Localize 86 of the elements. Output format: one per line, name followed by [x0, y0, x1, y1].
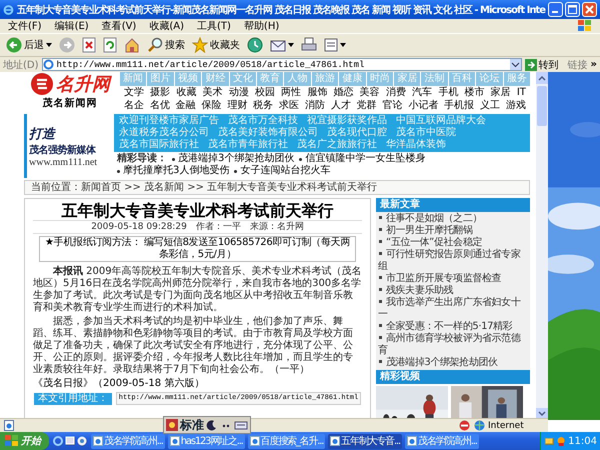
menu-item[interactable]: 文件(F) [8, 19, 42, 33]
nav-link[interactable]: 金融 [176, 99, 196, 112]
article-meta: 2009-05-18 09:28:29 作者：一平 来源：名升网 [33, 221, 362, 234]
menu-item[interactable]: 查看(V) [102, 19, 136, 33]
nav-link[interactable]: 动漫 [228, 86, 249, 99]
clock: 11:04 [568, 436, 597, 446]
section-header: 精彩视频 [376, 370, 530, 384]
nav-link[interactable]: 收藏 [176, 86, 196, 99]
security-zone: Internet [474, 420, 544, 431]
menu-item[interactable]: 编辑(E) [54, 19, 89, 33]
nav-link[interactable]: 手机 [438, 86, 458, 99]
headline-link[interactable]: 茂港端掉3个绑架抢劫团伙 [172, 153, 294, 165]
nav-link[interactable]: 两性 [281, 86, 302, 99]
news-link[interactable]: 茂港端掉3个绑架抢劫团伙 [378, 357, 528, 369]
highlights-label: 精彩导读： [117, 153, 167, 164]
nav-link[interactable]: 求医 [279, 99, 300, 112]
nav-link[interactable]: 消防 [304, 99, 325, 112]
news-link[interactable]: 残疾夫妻乐助残 [378, 285, 528, 297]
nav-link[interactable]: 消费 [386, 86, 406, 99]
menu-item[interactable]: 工具(T) [197, 19, 231, 33]
article-source: 《茂名日报》（2009-05-18 第六版） [33, 378, 206, 390]
taskbar-button[interactable]: 百度搜索_名升... [248, 434, 326, 448]
menu-item[interactable]: 帮助(H) [244, 19, 280, 33]
nav-link[interactable]: 人才 [330, 99, 351, 112]
back-button[interactable]: 后退 [6, 35, 52, 55]
headline-link[interactable]: 信宜镇隆中学一女生坠楼身 [299, 153, 426, 165]
nav-link[interactable]: 理财 [227, 99, 248, 112]
more-button[interactable]: » [590, 59, 597, 70]
window-title: 五年制大专音美专业术科考试前天举行-新闻茂名新闻网一名升网 茂名日报 茂名晚报 茂名 新闻 视听 资讯 文化 社区 - Microsoft Inte [16, 3, 545, 16]
nav-link[interactable]: 党群 [356, 99, 377, 112]
headline-link[interactable]: 女子连闯站台挖火车 [234, 165, 330, 177]
address-field[interactable]: http://www.mm111.net/article/2009/0518/article_47861.html [42, 58, 522, 71]
headline-link[interactable]: 摩托撞摩托3人倒地受伤 [117, 165, 230, 177]
nav-link[interactable]: 保险 [202, 99, 222, 112]
site-logo[interactable]: 名升网 [56, 72, 110, 96]
news-link[interactable]: “五位一体”促社会稳定 [378, 237, 528, 249]
nav-link[interactable]: 税务 [253, 99, 274, 112]
nav-link[interactable]: 美术 [202, 86, 223, 99]
news-link[interactable]: 高州市德育学校被评为省示范德育 [378, 333, 528, 357]
news-link[interactable]: 我市选举产生出席广东省妇女十一 [378, 297, 528, 321]
nav-link[interactable]: 名优 [150, 99, 170, 112]
nav-link[interactable]: 婚恋 [334, 86, 354, 99]
go-button[interactable]: 转到 [524, 58, 559, 72]
nav-link[interactable]: 服饰 [307, 86, 328, 99]
nav-link[interactable]: 摄影 [150, 86, 170, 99]
nav-link[interactable]: 游戏 [506, 99, 526, 112]
site-url: www.mm111.net [29, 156, 98, 168]
news-link[interactable]: 全家受惠：不一样的5·17精彩 [378, 321, 528, 333]
nav-link[interactable]: 汽车 [412, 86, 432, 99]
quote-label: 本文引用地址： [34, 392, 112, 404]
search-button[interactable]: 搜索 [147, 35, 185, 55]
favorites-button[interactable]: 收藏夹 [192, 35, 240, 55]
nav-link[interactable]: 校园 [254, 86, 275, 99]
slogan-text: 打造 [29, 126, 57, 142]
nav-link[interactable]: 文学 [124, 86, 144, 99]
article-paragraph: 据悉，参加当天术科考试的均是初中毕业生，他们参加了声乐、舞蹈、练耳、素描静物和色彩静物等项目的考试。由于市教育局及学校方面做足了准备功夫，确保了此次考试安全有序地进行，充分体现了公平、公开、公正的原则。据评委介绍，今年报考人数比往年增加，而且学生的专业素质较往年好。录取结果将于7月下旬向社会公布。（一平） [33, 316, 354, 376]
taskbar-button[interactable]: 茂名学院高州... [91, 434, 165, 448]
site-subtitle: 茂名新闻网 [42, 96, 98, 110]
menu-item[interactable]: 收藏(A) [149, 19, 184, 33]
news-link[interactable]: 初一男生开摩托翻锅 [378, 225, 528, 237]
links-label[interactable]: 链接 [568, 58, 588, 72]
nav-link[interactable]: 名企 [124, 99, 144, 112]
ime-toolbar[interactable]: 标准 [163, 416, 251, 434]
nav-link[interactable]: IT [516, 86, 526, 99]
nav-link[interactable]: 手机报 [444, 99, 474, 112]
nav-link[interactable]: 美容 [360, 86, 380, 99]
nav-link[interactable]: 官论 [382, 99, 402, 112]
subscription-notice: ★手机报纸订阅方法： 编写短信8发送至106585726即可订制（每天两条彩信，5元/月） [39, 236, 356, 262]
start-button[interactable]: 开始 [0, 432, 49, 450]
taskbar-button[interactable]: has123网址之... [168, 434, 245, 448]
article-title: 五年制大专音美专业术科考试前天举行 [33, 201, 362, 221]
nav-link[interactable]: 义工 [480, 99, 500, 112]
news-link[interactable]: 市卫监所开展专项监督检查 [378, 273, 528, 285]
nav-link[interactable]: 楼市 [464, 86, 484, 99]
breadcrumb: 当前位置：新闻首页 >> 茂名新闻 >> 五年制大专音美专业术科考试前天举行 [24, 180, 530, 195]
taskbar-button[interactable]: 五年制大专音... [328, 434, 402, 448]
address-label: 地址(D) [3, 58, 39, 72]
article-paragraph: 本报讯 2009年高等院校五年制大专院音乐、美术专业术科考试（茂名地区）5月16日在茂名学院高州师范分院举行，来自我市各地的300多名学生参加了考试。此次考试是专门为面向茂名地区从中考招收五年制音乐教育和美术教育专业学生而进行的术科加试。 [33, 266, 362, 314]
news-link[interactable]: 可行性研究报告原则通过省专家组 [378, 249, 528, 273]
news-link[interactable]: 往事不是如烟（之二） [378, 213, 528, 225]
ime-mode-button[interactable]: 标准 [180, 416, 204, 434]
nav-link[interactable]: 小记者 [408, 99, 438, 112]
slogan-text: 茂名强势新媒体 [29, 143, 97, 156]
section-header: 最新文章 [376, 198, 530, 212]
nav-link[interactable]: 家居 [490, 86, 511, 99]
taskbar-button[interactable]: 茂名学院高州... [404, 434, 479, 448]
